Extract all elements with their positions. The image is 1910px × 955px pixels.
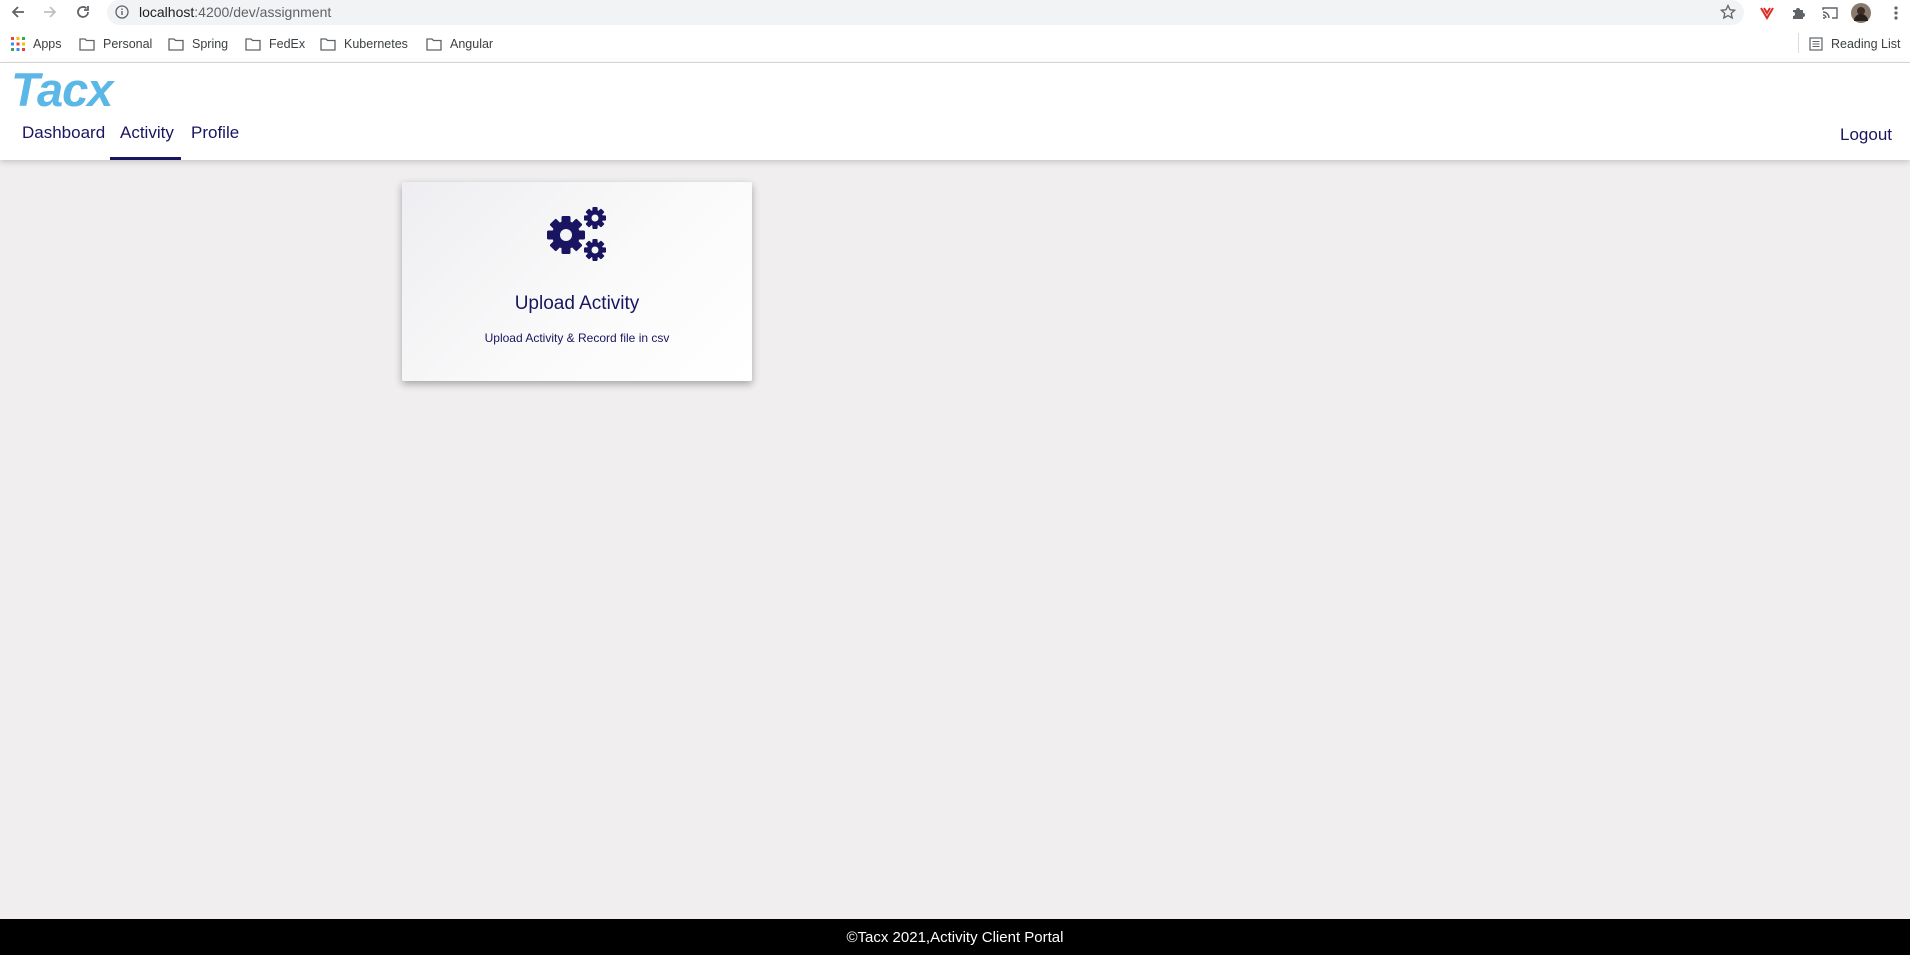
reading-list-label: Reading List: [1831, 37, 1901, 51]
back-icon[interactable]: [8, 2, 28, 22]
upload-activity-card[interactable]: Upload Activity Upload Activity & Record…: [402, 182, 752, 381]
folder-icon: [320, 37, 336, 51]
bookmarks-divider: [1798, 33, 1799, 53]
bookmark-fedex[interactable]: FedEx: [245, 34, 305, 54]
footer-text: ©Tacx 2021,Activity Client Portal: [846, 928, 1064, 946]
browser-toolbar: localhost:4200/dev/assignment: [0, 0, 1910, 25]
url-path: :4200/dev/assignment: [194, 4, 332, 20]
tacx-logo: Tacx: [11, 63, 113, 116]
tab-dashboard[interactable]: Dashboard: [22, 123, 105, 143]
url-text: localhost:4200/dev/assignment: [139, 4, 331, 20]
bookmarks-bar: Apps Personal Spring FedEx Kubernetes An…: [0, 25, 1910, 63]
folder-icon: [168, 37, 184, 51]
reading-list-icon: [1809, 37, 1823, 51]
active-tab-indicator: [110, 157, 181, 160]
reading-list-button[interactable]: Reading List: [1809, 34, 1901, 54]
bookmark-label: Personal: [103, 37, 153, 51]
gears-icon: [547, 207, 606, 261]
tab-activity[interactable]: Activity: [120, 123, 174, 143]
bookmark-angular[interactable]: Angular: [426, 34, 493, 54]
puzzle-icon[interactable]: [1787, 2, 1809, 24]
card-subtitle: Upload Activity & Record file in csv: [484, 331, 670, 345]
bookmark-kubernetes[interactable]: Kubernetes: [320, 34, 408, 54]
tab-profile[interactable]: Profile: [191, 123, 239, 143]
page-footer: ©Tacx 2021,Activity Client Portal: [0, 919, 1910, 955]
bookmark-label: Angular: [450, 37, 494, 51]
star-icon[interactable]: [1719, 3, 1737, 25]
bookmark-label: FedEx: [269, 37, 306, 51]
folder-icon: [245, 37, 261, 51]
address-bar[interactable]: localhost:4200/dev/assignment: [107, 0, 1744, 25]
info-icon[interactable]: [115, 5, 129, 24]
reload-icon[interactable]: [73, 2, 93, 22]
apps-grid-icon: [11, 37, 25, 51]
bookmark-label: Apps: [33, 37, 62, 51]
folder-icon: [426, 37, 442, 51]
app-header: Tacx Dashboard Activity Profile Logout: [0, 63, 1910, 160]
cast-icon[interactable]: [1819, 2, 1841, 24]
bookmark-spring[interactable]: Spring: [168, 34, 228, 54]
logout-link[interactable]: Logout: [1840, 125, 1892, 145]
forward-icon[interactable]: [40, 2, 60, 22]
bookmark-personal[interactable]: Personal: [79, 34, 152, 54]
menu-dots-icon[interactable]: [1885, 2, 1907, 24]
bookmark-label: Kubernetes: [344, 37, 408, 51]
bookmark-apps[interactable]: Apps: [11, 34, 62, 54]
bookmark-label: Spring: [192, 37, 229, 51]
extension-red-icon[interactable]: [1756, 2, 1778, 24]
folder-icon: [79, 37, 95, 51]
profile-avatar[interactable]: [1850, 2, 1872, 24]
url-host: localhost: [139, 4, 195, 20]
card-title: Upload Activity: [514, 293, 640, 314]
